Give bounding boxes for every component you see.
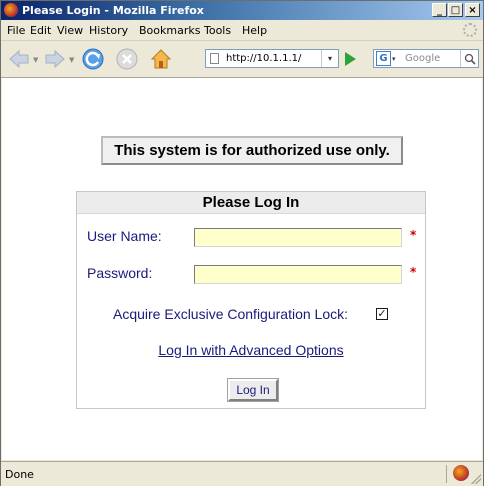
navigation-toolbar: ▼ ▼ http://10.1.1.1/ ▾ G ▾ Google <box>1 41 483 78</box>
back-dropdown-icon[interactable]: ▼ <box>33 56 38 64</box>
minimize-button[interactable]: _ <box>432 3 447 17</box>
forward-arrow-icon[interactable] <box>43 47 67 71</box>
advanced-options-link[interactable]: Log In with Advanced Options <box>77 342 425 358</box>
menu-bar: File Edit View History Bookmarks Tools H… <box>1 21 483 41</box>
status-divider <box>446 465 447 483</box>
go-arrow-icon[interactable] <box>345 52 356 66</box>
google-engine-icon[interactable]: G <box>376 51 391 66</box>
authorized-use-notice: This system is for authorized use only. <box>101 136 403 165</box>
status-text: Done <box>5 468 34 481</box>
stop-icon[interactable] <box>115 47 139 71</box>
forward-dropdown-icon[interactable]: ▼ <box>69 56 74 64</box>
reload-icon[interactable] <box>81 47 105 71</box>
resize-grip-icon[interactable] <box>471 474 481 484</box>
login-button[interactable]: Log In <box>227 378 279 402</box>
menu-help[interactable]: Help <box>242 24 267 37</box>
maximize-button[interactable]: □ <box>448 3 463 17</box>
username-field[interactable] <box>194 228 402 247</box>
login-panel: Please Log In User Name: * Password: * A… <box>76 191 426 409</box>
search-bar[interactable]: G ▾ Google <box>373 49 479 68</box>
back-arrow-icon[interactable] <box>7 47 31 71</box>
browser-window: Please Login - Mozilla Firefox _ □ × Fil… <box>0 0 484 486</box>
login-header: Please Log In <box>77 192 425 214</box>
address-bar[interactable]: http://10.1.1.1/ ▾ <box>205 49 339 68</box>
close-button[interactable]: × <box>465 3 480 17</box>
menu-view[interactable]: View <box>57 24 83 37</box>
menu-tools[interactable]: Tools <box>204 24 231 37</box>
activity-throbber-icon <box>463 23 477 37</box>
password-label: Password: <box>87 265 153 281</box>
page-icon <box>210 53 219 64</box>
firefox-icon <box>4 3 18 17</box>
menu-bookmarks[interactable]: Bookmarks <box>139 24 200 37</box>
menu-file[interactable]: File <box>7 24 25 37</box>
config-lock-checkbox[interactable]: ✓ <box>376 308 388 320</box>
menu-edit[interactable]: Edit <box>30 24 51 37</box>
magnifier-icon[interactable] <box>460 50 478 67</box>
page-content: This system is for authorized use only. … <box>2 78 482 460</box>
username-label: User Name: <box>87 228 162 244</box>
window-title: Please Login - Mozilla Firefox <box>22 4 204 17</box>
username-required-mark: * <box>410 228 417 242</box>
password-field[interactable] <box>194 265 402 284</box>
address-url[interactable]: http://10.1.1.1/ <box>226 50 301 67</box>
home-icon[interactable] <box>149 47 173 71</box>
menu-history[interactable]: History <box>89 24 128 37</box>
password-required-mark: * <box>410 265 417 279</box>
firefox-status-icon[interactable] <box>453 465 469 481</box>
address-dropdown-icon[interactable]: ▾ <box>321 50 338 67</box>
search-input[interactable]: Google <box>405 50 440 67</box>
engine-dropdown-icon[interactable]: ▾ <box>392 55 396 63</box>
title-bar: Please Login - Mozilla Firefox _ □ × <box>1 1 483 20</box>
config-lock-label: Acquire Exclusive Configuration Lock: <box>113 306 349 322</box>
status-bar: Done <box>1 461 483 486</box>
